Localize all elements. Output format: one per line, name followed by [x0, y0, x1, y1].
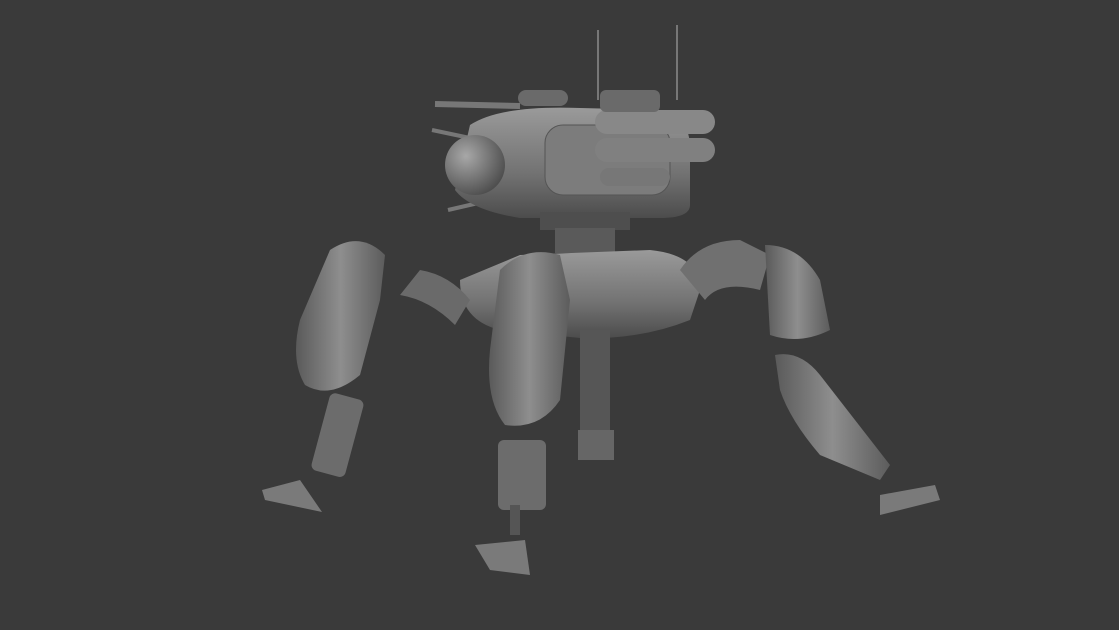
render-viewport — [0, 0, 1119, 630]
